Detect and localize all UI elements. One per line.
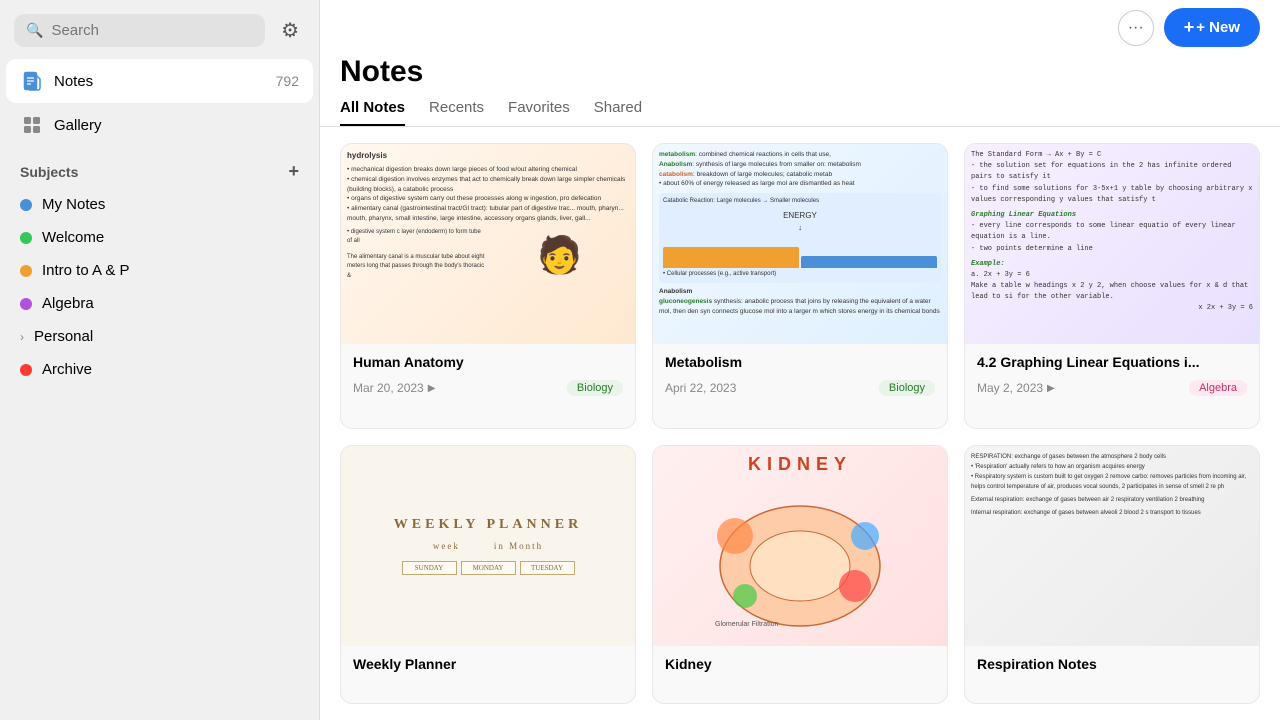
planner-col-tuesday: TUESDAY (520, 561, 575, 575)
tab-all-notes[interactable]: All Notes (340, 99, 405, 126)
sidebar-notes-label: Notes (54, 73, 266, 90)
search-icon: 🔍 (26, 22, 43, 39)
archive-dot (20, 364, 32, 376)
note-title: Weekly Planner (353, 656, 456, 672)
sidebar-gallery-label: Gallery (54, 117, 299, 134)
welcome-label: Welcome (42, 229, 104, 246)
note-footer-metabolism: Metabolism (653, 344, 947, 380)
sidebar-item-gallery[interactable]: Gallery (6, 103, 313, 147)
search-bar[interactable]: 🔍 (14, 14, 265, 47)
sidebar-item-my-notes[interactable]: My Notes (0, 188, 319, 221)
sidebar-item-algebra[interactable]: Algebra (0, 287, 319, 320)
note-meta-metabolism: Apri 22, 2023 Biology (653, 380, 947, 406)
subjects-section: Subjects + (0, 147, 319, 188)
notes-grid: hydrolysis • mechanical digestion breaks… (320, 127, 1280, 720)
sidebar-item-welcome[interactable]: Welcome (0, 221, 319, 254)
note-preview-metabolism: metabolism: combined chemical reactions … (653, 144, 947, 344)
intro-label: Intro to A & P (42, 262, 130, 279)
sidebar-notes-count: 792 (276, 73, 299, 89)
note-card-respiration[interactable]: RESPIRATION: exchange of gases between t… (964, 445, 1260, 705)
intro-dot (20, 265, 32, 277)
svg-text:Glomerular Filtration: Glomerular Filtration (715, 621, 779, 628)
settings-button[interactable]: ⚙ (275, 16, 305, 45)
play-icon: ▶ (1047, 383, 1055, 394)
sidebar-item-intro[interactable]: Intro to A & P (0, 254, 319, 287)
new-button-icon: + (1184, 17, 1195, 38)
algebra-label: Algebra (42, 295, 94, 312)
add-subject-button[interactable]: + (288, 161, 299, 182)
tab-favorites[interactable]: Favorites (508, 99, 570, 126)
subjects-heading: Subjects (20, 164, 78, 180)
gallery-icon (20, 113, 44, 137)
note-title: Kidney (665, 656, 712, 672)
note-title: 4.2 Graphing Linear Equations i... (977, 354, 1199, 370)
note-tag: Biology (879, 380, 935, 396)
note-date: May 2, 2023 ▶ (977, 381, 1055, 395)
personal-label: Personal (34, 328, 93, 345)
note-footer-algebra: 4.2 Graphing Linear Equations i... (965, 344, 1259, 380)
tab-shared[interactable]: Shared (594, 99, 642, 126)
main-content: ··· + + New Notes All Notes Recents Favo… (320, 0, 1280, 720)
sidebar-item-archive[interactable]: Archive (0, 353, 319, 386)
planner-col-sunday: SUNDAY (402, 561, 457, 575)
note-date: Apri 22, 2023 (665, 381, 736, 395)
tab-recents[interactable]: Recents (429, 99, 484, 126)
note-footer-planner: Weekly Planner (341, 646, 635, 682)
planner-col-monday: MONDAY (461, 561, 516, 575)
more-icon: ··· (1128, 19, 1144, 37)
tabs-row: All Notes Recents Favorites Shared (320, 95, 1280, 127)
note-tag: Biology (567, 380, 623, 396)
settings-icon: ⚙ (281, 20, 299, 42)
note-card-planner[interactable]: WEEKLY PLANNER week in Month SUNDAY MOND… (340, 445, 636, 705)
note-title: Respiration Notes (977, 656, 1097, 672)
algebra-dot (20, 298, 32, 310)
note-preview-human-anatomy: hydrolysis • mechanical digestion breaks… (341, 144, 635, 344)
note-card-algebra[interactable]: The Standard Form → Ax + By = C - the so… (964, 143, 1260, 429)
planner-sub: week in Month (433, 541, 543, 551)
my-notes-label: My Notes (42, 196, 105, 213)
note-preview-algebra: The Standard Form → Ax + By = C - the so… (965, 144, 1259, 344)
new-button-label: + New (1196, 19, 1240, 36)
note-meta-algebra: May 2, 2023 ▶ Algebra (965, 380, 1259, 406)
note-card-metabolism[interactable]: metabolism: combined chemical reactions … (652, 143, 948, 429)
welcome-dot (20, 232, 32, 244)
sidebar: 🔍 ⚙ Notes 792 (0, 0, 320, 720)
note-tag: Algebra (1189, 380, 1247, 396)
play-icon: ▶ (428, 383, 436, 394)
search-input[interactable] (51, 22, 253, 39)
sidebar-item-personal[interactable]: › Personal (0, 320, 319, 353)
note-title: Metabolism (665, 354, 742, 370)
my-notes-dot (20, 199, 32, 211)
archive-label: Archive (42, 361, 92, 378)
more-options-button[interactable]: ··· (1118, 10, 1154, 46)
note-meta-human-anatomy: Mar 20, 2023 ▶ Biology (341, 380, 635, 406)
note-preview-kidney: KIDNEY Glomerular Filtration (653, 446, 947, 646)
planner-title: WEEKLY PLANNER (394, 517, 582, 533)
note-footer-respiration: Respiration Notes (965, 646, 1259, 682)
note-preview-planner: WEEKLY PLANNER week in Month SUNDAY MOND… (341, 446, 635, 646)
new-note-button[interactable]: + + New (1164, 8, 1260, 47)
note-preview-respiration: RESPIRATION: exchange of gases between t… (965, 446, 1259, 646)
personal-chevron: › (20, 330, 24, 344)
page-title: Notes (320, 55, 1280, 95)
note-footer-kidney: Kidney (653, 646, 947, 682)
notes-icon (20, 69, 44, 93)
note-card-kidney[interactable]: KIDNEY Glomerular Filtration (652, 445, 948, 705)
note-footer-human-anatomy: Human Anatomy (341, 344, 635, 380)
note-title: Human Anatomy (353, 354, 464, 370)
top-bar: ··· + + New (320, 0, 1280, 55)
sidebar-item-notes[interactable]: Notes 792 (6, 59, 313, 103)
note-date: Mar 20, 2023 ▶ (353, 381, 435, 395)
note-card-human-anatomy[interactable]: hydrolysis • mechanical digestion breaks… (340, 143, 636, 429)
